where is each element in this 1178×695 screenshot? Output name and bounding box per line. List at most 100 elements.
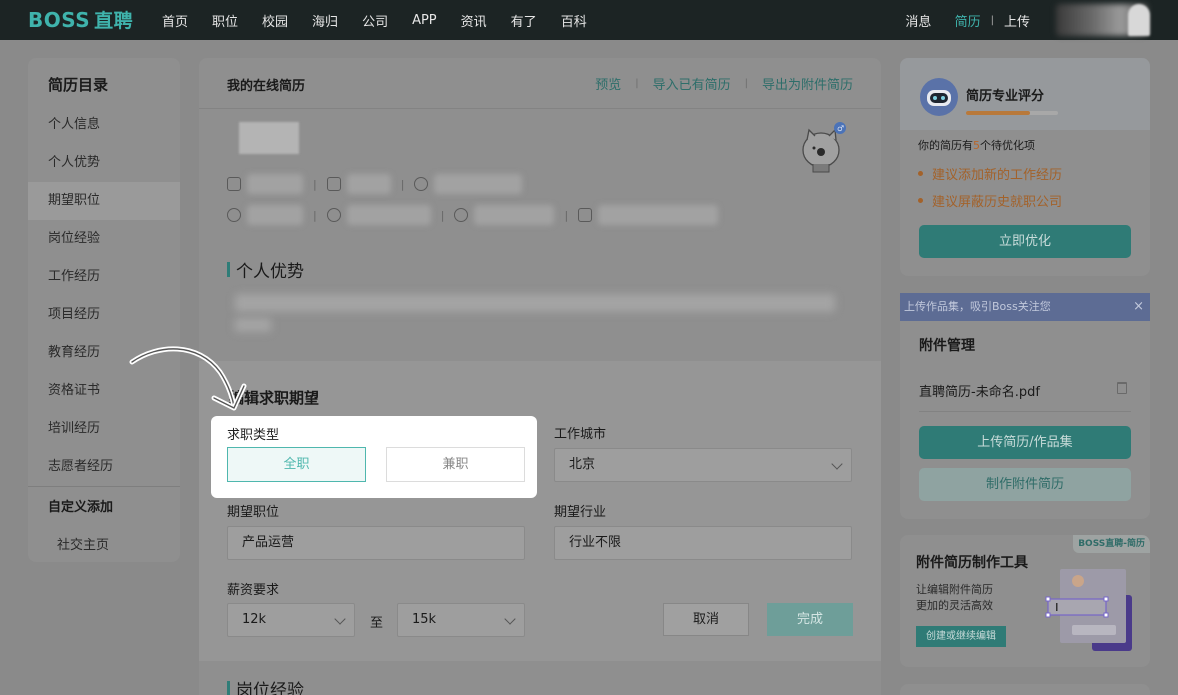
score-progress-fill xyxy=(966,111,1031,115)
graduation-cap-icon xyxy=(326,177,341,191)
info-divider: | xyxy=(440,208,445,222)
position-input[interactable]: 产品运营 xyxy=(227,526,525,560)
position-label: 期望职位 xyxy=(227,505,280,520)
link-divider: | xyxy=(744,78,748,89)
page-title: 我的在线简历 xyxy=(227,79,306,94)
nav-home[interactable]: 首页 xyxy=(162,11,188,30)
nav-app[interactable]: APP xyxy=(412,13,437,28)
avatar[interactable] xyxy=(1128,4,1150,36)
boss-logo[interactable]: BOSS 直聘 xyxy=(28,6,133,33)
import-resume-link[interactable]: 导入已有简历 xyxy=(653,74,731,93)
info-divider: | xyxy=(313,177,317,191)
sidebar-item-volunteer[interactable]: 志愿者经历 xyxy=(28,448,180,486)
banner-text: 上传作品集，吸引Boss关注您 xyxy=(904,300,1051,313)
info-divider: | xyxy=(564,208,569,222)
city-value: 北京 xyxy=(569,457,596,472)
svg-text:♂: ♂ xyxy=(837,124,844,133)
cancel-button[interactable]: 取消 xyxy=(663,603,749,636)
attachment-file[interactable]: 直聘简历-未命名.pdf xyxy=(919,381,1040,400)
tool-desc-line2: 更加的灵活高效 xyxy=(916,599,993,612)
user-name-blurred xyxy=(239,122,299,154)
upload-resume-button[interactable]: 上传简历/作品集 xyxy=(919,426,1131,459)
email-icon xyxy=(578,208,593,222)
create-edit-button[interactable]: 创建或继续编辑 xyxy=(916,626,1006,647)
advantage-title: 个人优势 xyxy=(236,262,304,282)
header-divider xyxy=(199,108,881,109)
tip-text: 建议屏蔽历史就职公司 xyxy=(932,195,1063,210)
robot-icon xyxy=(920,78,958,116)
portfolio-banner[interactable]: 上传作品集，吸引Boss关注您 × xyxy=(900,293,1150,321)
nav-youle[interactable]: 有了 xyxy=(511,11,537,30)
make-attachment-button[interactable]: 制作附件简历 xyxy=(919,468,1131,501)
work-years-blurred xyxy=(247,174,303,194)
nav-wiki[interactable]: 百科 xyxy=(561,11,587,30)
salary-max-value: 15k xyxy=(412,612,437,627)
industry-input[interactable]: 行业不限 xyxy=(554,526,852,560)
next-card-edge xyxy=(900,684,1150,695)
salary-min-select[interactable]: 12k xyxy=(227,603,355,637)
close-icon[interactable]: × xyxy=(1133,293,1144,321)
pointer-arrow-icon xyxy=(129,346,247,411)
tool-badge: BOSS直聘-简历 xyxy=(1073,535,1150,553)
briefcase-icon xyxy=(227,177,241,191)
advantage-text-blurred[interactable] xyxy=(235,294,835,312)
nav-resume[interactable]: 简历 xyxy=(955,11,981,30)
nav-overseas[interactable]: 海归 xyxy=(312,11,338,30)
job-experience-title: 岗位经验 xyxy=(236,681,304,695)
preview-link[interactable]: 预览 xyxy=(595,74,621,93)
salary-max-select[interactable]: 15k xyxy=(397,603,525,637)
resume-score-card: 简历专业评分 你的简历有5个待优化项 建议添加新的工作经历 建议屏蔽历史就职公司… xyxy=(900,58,1150,276)
sidebar-divider xyxy=(28,486,180,487)
section-marker xyxy=(227,262,230,277)
nav-news[interactable]: 资讯 xyxy=(461,11,487,30)
done-button[interactable]: 完成 xyxy=(767,603,853,636)
nav-upload[interactable]: 上传 xyxy=(1004,11,1030,30)
full-time-option[interactable]: 全职 xyxy=(227,447,366,482)
nav-company[interactable]: 公司 xyxy=(362,11,388,30)
part-time-option[interactable]: 兼职 xyxy=(386,447,525,482)
tool-title: 附件简历制作工具 xyxy=(916,555,1028,571)
resume-outline-sidebar: 简历目录 个人信息 个人优势 期望职位 岗位经验 工作经历 项目经历 教育经历 … xyxy=(28,58,180,562)
sidebar-custom-title: 自定义添加 xyxy=(48,500,114,515)
expectation-edit-panel: 编辑求职期望 工作城市 北京 期望职位 产品运营 期望行业 行业不限 薪资要求 … xyxy=(199,361,881,661)
advantage-section-title: 个人优势 xyxy=(227,257,304,282)
industry-value: 行业不限 xyxy=(569,535,622,550)
user-icon xyxy=(414,177,429,191)
trash-icon[interactable] xyxy=(1117,382,1127,394)
job-type-highlight: 求职类型 全职 兼职 xyxy=(211,416,537,498)
tip-block-companies[interactable]: 建议屏蔽历史就职公司 xyxy=(918,191,1062,210)
sidebar-item-projects[interactable]: 项目经历 xyxy=(28,296,180,334)
sidebar-item-expected-position[interactable]: 期望职位 xyxy=(28,182,180,220)
attachment-manager: 附件管理 直聘简历-未命名.pdf 上传简历/作品集 制作附件简历 xyxy=(900,321,1150,519)
bullet-dot xyxy=(918,171,923,176)
logo-cn: 直聘 xyxy=(94,10,134,32)
sidebar-item-work-history[interactable]: 工作经历 xyxy=(28,258,180,296)
info-divider: | xyxy=(313,208,317,222)
chevron-down-icon xyxy=(504,613,516,625)
top-navigation-bar: BOSS 直聘 首页 职位 校园 海归 公司 APP 资讯 有了 百科 消息 简历… xyxy=(0,0,1178,40)
tip-text: 建议添加新的工作经历 xyxy=(932,168,1063,183)
tip-add-work[interactable]: 建议添加新的工作经历 xyxy=(918,164,1062,183)
nav-messages[interactable]: 消息 xyxy=(905,11,931,30)
wechat-blurred xyxy=(474,205,555,225)
nav-campus[interactable]: 校园 xyxy=(262,11,288,30)
sidebar-item-advantage[interactable]: 个人优势 xyxy=(28,144,180,182)
optimize-button[interactable]: 立即优化 xyxy=(919,225,1131,258)
city-select[interactable]: 北京 xyxy=(554,448,852,482)
sidebar-item-job-experience[interactable]: 岗位经验 xyxy=(28,220,180,258)
status-blurred xyxy=(434,174,523,194)
sidebar-item-social[interactable]: 社交主页 xyxy=(57,534,109,553)
sidebar-item-personal-info[interactable]: 个人信息 xyxy=(28,106,180,144)
resume-editor: 我的在线简历 预览 | 导入已有简历 | 导出为附件简历 ♂ | | | | |… xyxy=(199,58,881,695)
score-summary-suffix: 个待优化项 xyxy=(980,139,1035,152)
score-progress-bar xyxy=(966,111,1058,115)
bullet-dot xyxy=(918,198,923,203)
nav-jobs[interactable]: 职位 xyxy=(212,11,238,30)
export-attachment-link[interactable]: 导出为附件简历 xyxy=(762,74,853,93)
chevron-down-icon xyxy=(334,613,346,625)
score-title: 简历专业评分 xyxy=(966,89,1045,104)
salary-min-value: 12k xyxy=(242,612,267,627)
clock-icon xyxy=(227,208,241,222)
score-summary-count: 5 xyxy=(973,139,980,152)
industry-label: 期望行业 xyxy=(554,505,607,520)
